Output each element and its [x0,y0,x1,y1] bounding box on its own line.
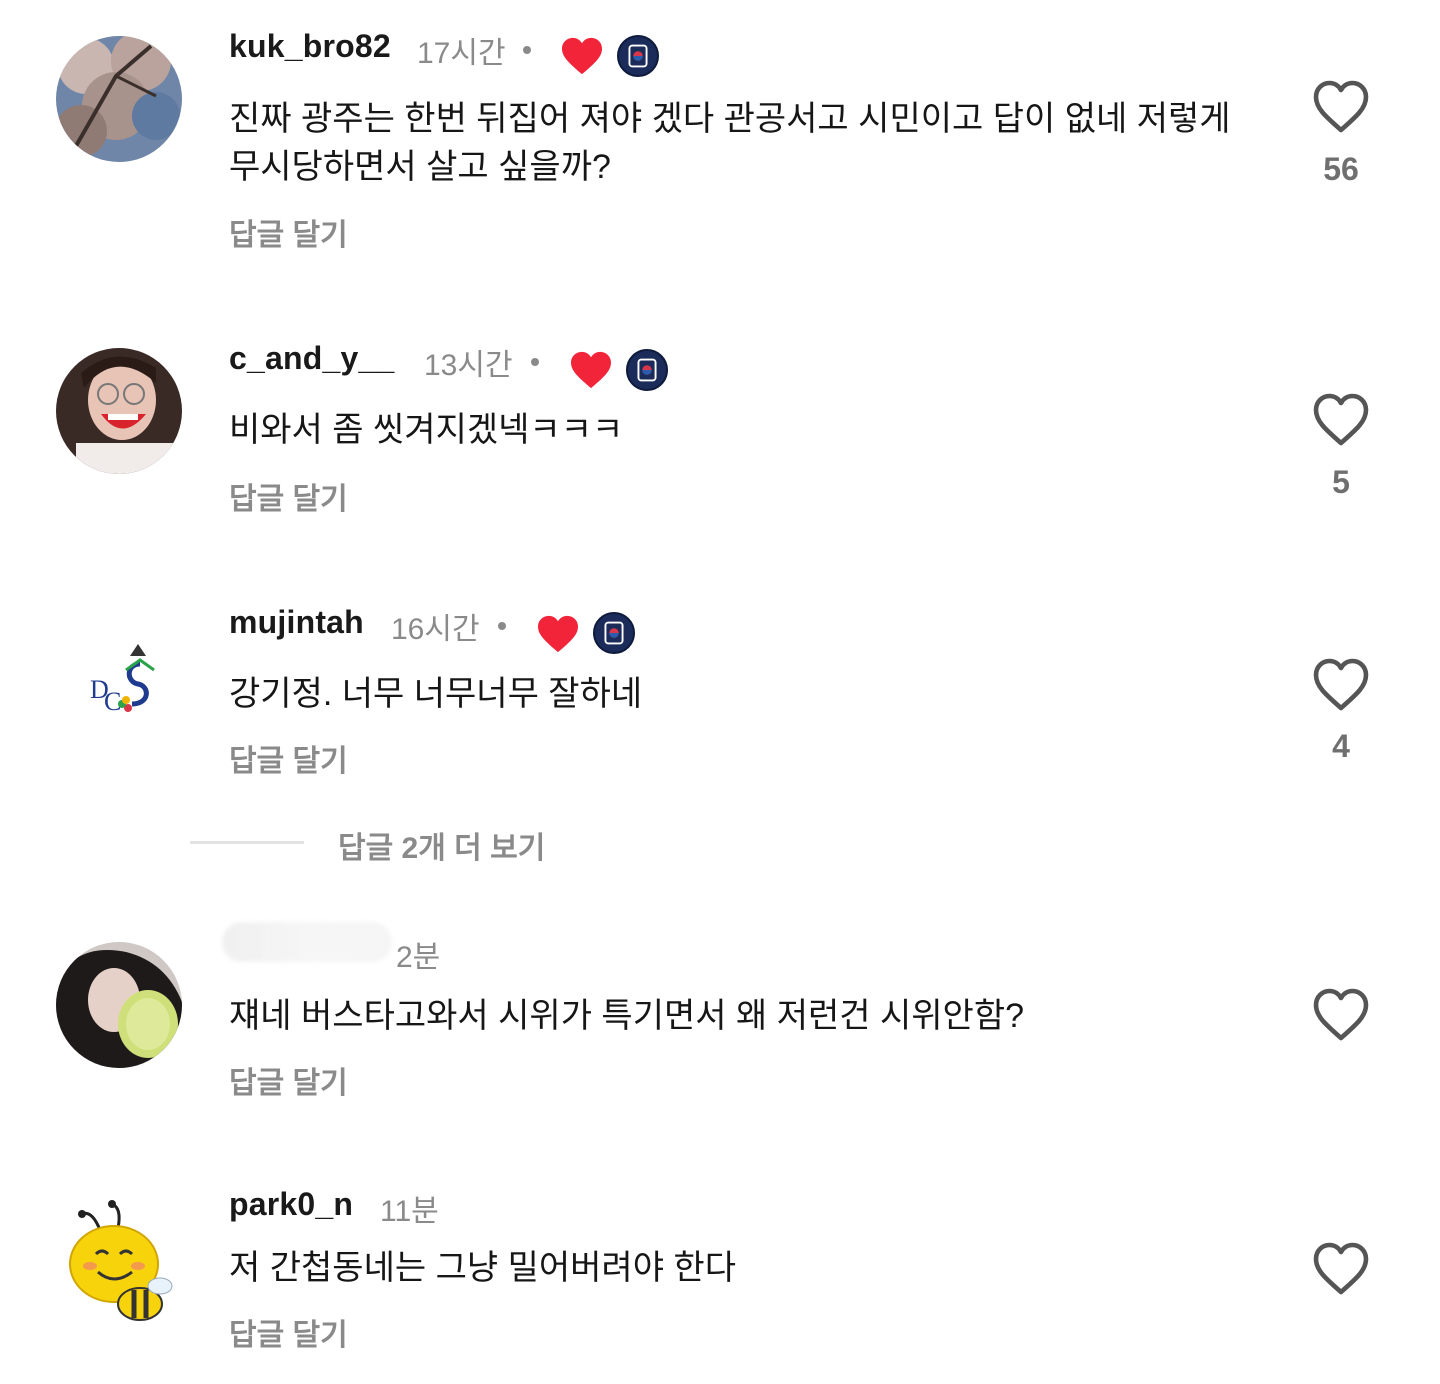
reply-button[interactable]: 답글 달기 [229,1058,348,1102]
avatar[interactable] [56,1200,182,1326]
heart-outline-icon [1313,80,1369,133]
heart-outline-icon [1313,658,1369,711]
creator-badge-icon [626,349,668,391]
comment-time: 13시간 [424,349,513,382]
reply-button[interactable]: 답글 달기 [229,1310,348,1354]
heart-filled-icon [538,615,578,653]
comment-time: 2분 [396,941,441,974]
comment-text: 강기정. 너무 너무너무 잘하네 [229,675,643,713]
like-count: 5 [1332,464,1350,500]
like-count: 56 [1323,151,1359,187]
username[interactable]: mujintah [229,604,364,641]
comment-text: 쟤네 버스타고와서 시위가 특기면서 왜 저런건 시위안함? [229,997,1025,1035]
svg-text:C: C [104,687,121,716]
heart-outline-icon [1313,393,1369,446]
comment-time: 17시간 [417,37,506,70]
avatar-dcs-logo-image: D C [56,612,182,738]
reply-button[interactable]: 답글 달기 [229,474,348,518]
like-button[interactable] [1311,656,1371,712]
more-replies-divider [190,841,304,844]
creator-badge-icon [593,612,635,654]
heart-filled-icon [571,351,611,389]
comment-time: 16시간 [391,613,480,646]
reply-button[interactable]: 답글 달기 [229,210,348,254]
reply-button[interactable]: 답글 달기 [229,736,348,780]
like-button[interactable] [1311,986,1371,1042]
heart-outline-icon [1313,1242,1369,1295]
comment-item: c_and_y__ 13시간 비와서 좀 씻겨지겠넥ㅋㅋㅋ 답글 달기 5 [0,330,1440,550]
username[interactable]: park0_n [229,1186,353,1223]
like-button[interactable] [1311,78,1371,134]
username[interactable]: c_and_y__ [229,340,394,377]
comment-time: 11분 [380,1195,439,1228]
comment-item: D C mujintah 16시간 강기정. 너무 너무너무 잘하네 답글 달기… [0,590,1440,880]
avatar[interactable] [56,942,182,1068]
avatar[interactable] [56,348,182,474]
comment-text: 저 간첩동네는 그냥 밀어버려야 한다 [229,1249,736,1287]
avatar-person-image [56,942,182,1068]
avatar-person-image [56,348,182,474]
avatar[interactable]: D C [56,612,182,738]
comment-text: 비와서 좀 씻겨지겠넥ㅋㅋㅋ [229,411,624,449]
view-more-replies-button[interactable]: 답글 2개 더 보기 [338,823,545,867]
separator-dot [531,358,539,366]
creator-badge-icon [617,35,659,77]
comment-item: 2분 쟤네 버스타고와서 시위가 특기면서 왜 저런건 시위안함? 답글 달기 [0,910,1440,1130]
username[interactable]: kuk_bro82 [229,28,391,65]
heart-outline-icon [1313,988,1369,1041]
username-redacted [222,922,392,962]
like-button[interactable] [1311,1240,1371,1296]
like-count: 4 [1332,728,1350,764]
comment-item: kuk_bro82 17시간 진짜 광주는 한번 뒤집어 져야 겠다 관공서고 … [0,0,1440,280]
comment-item: park0_n 11분 저 간첩동네는 그냥 밀어버려야 한다 답글 달기 [0,1170,1440,1384]
avatar[interactable] [56,36,182,162]
avatar-bee-image [56,1200,182,1326]
like-button[interactable] [1311,391,1371,447]
comment-text: 진짜 광주는 한번 뒤집어 져야 겠다 관공서고 시민이고 답이 없네 저렇게 … [229,100,1231,186]
avatar-cherry-blossom-image [56,36,182,162]
separator-dot [523,46,531,54]
heart-filled-icon [562,37,602,75]
separator-dot [498,622,506,630]
